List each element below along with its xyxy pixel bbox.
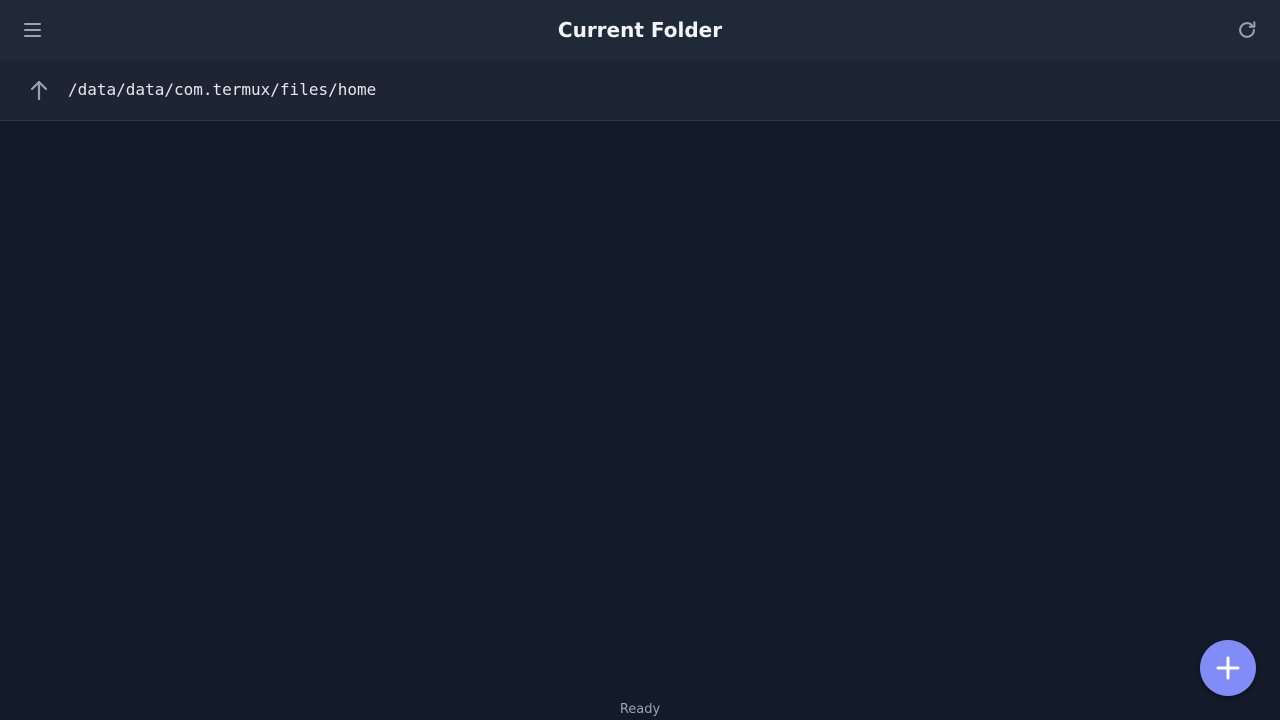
- add-button[interactable]: [1200, 640, 1256, 696]
- top-app-bar: Current Folder: [0, 0, 1280, 60]
- hamburger-menu-icon: [24, 23, 41, 37]
- parent-folder-button[interactable]: [20, 71, 58, 109]
- file-manager-app: Current Folder /data/data/com.termux/fil…: [0, 0, 1280, 720]
- arrow-up-icon: [30, 80, 48, 101]
- current-path: /data/data/com.termux/files/home: [68, 80, 377, 99]
- page-title: Current Folder: [557, 18, 723, 42]
- refresh-icon: [1239, 21, 1256, 38]
- refresh-button[interactable]: [1228, 11, 1266, 49]
- file-list-area: [0, 121, 1280, 700]
- path-bar: /data/data/com.termux/files/home: [0, 60, 1280, 121]
- status-text: Ready: [619, 702, 661, 717]
- plus-icon: [1216, 656, 1240, 680]
- menu-button[interactable]: [14, 11, 52, 49]
